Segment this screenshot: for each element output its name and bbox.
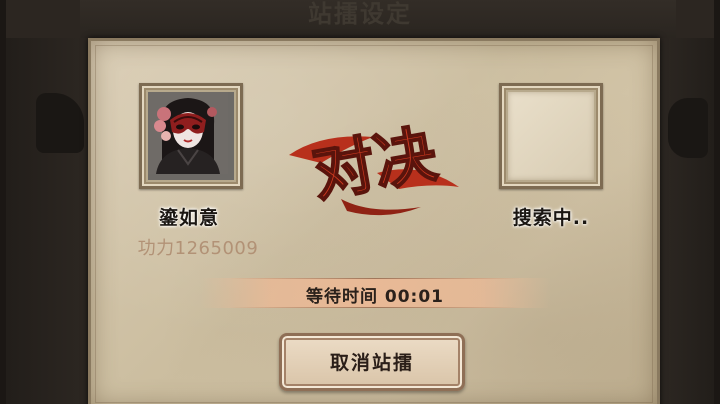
background-decoration [668,98,708,158]
background-decoration [36,93,84,153]
cancel-match-button[interactable]: 取消站擂 [279,333,465,391]
versus-text: 对决 [307,117,442,210]
player-avatar [148,92,234,180]
player-portrait-frame [139,83,243,189]
matchmaking-dialog: 鎏如意 功力1265009 对决 搜索中.. 等待时间 00:01 取消站擂 [88,38,660,404]
wait-time-bar: 等待时间 00:01 [199,278,551,308]
background-right-panel [654,38,714,404]
cancel-match-label: 取消站擂 [329,352,414,374]
background-title: 站擂设定 [308,0,412,28]
opponent-avatar-empty [508,92,594,180]
background-left-panel [6,38,98,404]
player-power: 功力1265009 [137,238,259,259]
wait-time-label: 等待时间 00:01 [305,287,445,307]
opponent-portrait-frame [499,83,603,189]
player-name: 鎏如意 [158,207,219,229]
game-screen: 站擂设定 鎏如意 功力1265009 对决 搜索中.. 等待时间 00:01 取… [0,0,720,404]
versus-emblem: 对决 [281,103,471,223]
opponent-status: 搜索中.. [512,207,590,229]
